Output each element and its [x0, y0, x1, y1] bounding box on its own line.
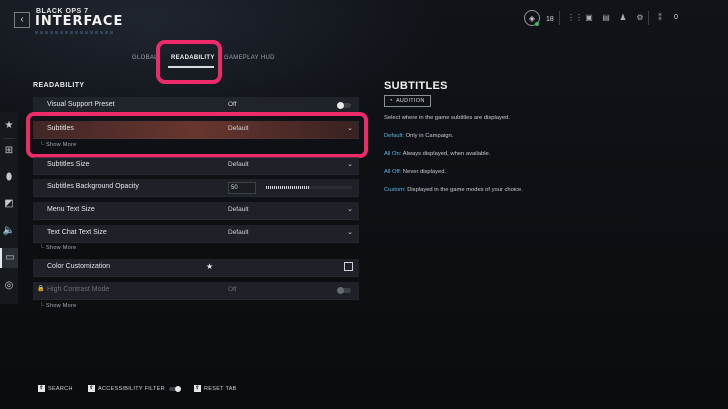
detail-description: Select where in the game subtitles are d… [384, 115, 510, 121]
chevron-down-icon: ⌄ [347, 161, 353, 168]
audition-button[interactable]: ◔ AUDITION [384, 95, 431, 107]
network-category-icon[interactable]: ◎ [0, 276, 18, 296]
setting-label: Subtitles Background Opacity [47, 183, 139, 190]
controller-icon[interactable]: ♟ [618, 13, 628, 23]
keybind-icon: ⇧ [194, 385, 201, 392]
opacity-value-input[interactable]: 50 [228, 182, 256, 194]
title-underline [35, 31, 113, 34]
setting-value: Off [228, 101, 237, 108]
store-icon[interactable]: ▣ [584, 13, 594, 23]
opacity-slider[interactable] [266, 186, 352, 189]
setting-label: Subtitles Size [47, 161, 90, 168]
setting-label: High Contrast Mode [47, 286, 110, 293]
reset-tab-button[interactable]: ⇧ RESET TAB [194, 384, 237, 393]
subtitles-highlight-annotation [26, 112, 368, 158]
show-more-link[interactable]: └ Show More [40, 303, 77, 309]
setting-value: Default [228, 229, 249, 236]
cod-points-count: 18 [546, 15, 554, 23]
toggle-switch [337, 287, 351, 294]
setting-label: Visual Support Preset [47, 101, 115, 108]
slider-fill [266, 186, 309, 189]
chevron-down-icon: ⌄ [347, 206, 353, 213]
friends-count: 0 [674, 14, 678, 21]
toggle-switch [168, 385, 181, 392]
accessibility-filter-toggle[interactable]: ⇧ ACCESSIBILITY FILTER [88, 384, 181, 393]
interface-category-icon[interactable]: ▭ [0, 248, 18, 268]
toggle-knob [337, 102, 344, 109]
detail-option-all-off: All Off: Never displayed. [384, 169, 447, 175]
chevron-down-icon: ⌄ [347, 229, 353, 236]
detail-title: SUBTITLES [384, 80, 448, 92]
gear-icon[interactable]: ⚙ [635, 13, 645, 23]
tab-gameplay-hud[interactable]: GAMEPLAY HUD [224, 55, 275, 61]
graphics-category-icon[interactable]: ◩ [0, 194, 18, 214]
setting-value: Default [228, 206, 249, 213]
show-more-link[interactable]: └ Show More [40, 245, 77, 251]
toggle-switch[interactable] [337, 102, 351, 109]
back-button[interactable]: ‹ [14, 12, 30, 28]
external-link-icon[interactable] [344, 262, 353, 271]
setting-row-menu-text-size[interactable]: Menu Text Size Default ⌄ [33, 202, 359, 220]
setting-row-text-chat-text-size[interactable]: Text Chat Text Size Default ⌄ [33, 225, 359, 243]
setting-label: Menu Text Size [47, 206, 95, 213]
audio-category-icon[interactable]: 🔈 [0, 221, 18, 241]
detail-option-all-on: All On: Always displayed, when available… [384, 151, 491, 157]
setting-row-subtitles-background-opacity[interactable]: Subtitles Background Opacity 50 [33, 179, 359, 197]
mouse-category-icon[interactable]: ⬮ [0, 168, 18, 188]
lock-icon: 🔒 [37, 286, 45, 292]
setting-label: Text Chat Text Size [47, 229, 107, 236]
tab-global[interactable]: GLOBAL [132, 55, 158, 61]
grid-menu-icon[interactable]: ⋮⋮ [567, 13, 583, 23]
header-divider [559, 11, 560, 25]
keybind-icon: ⇧ [38, 385, 45, 392]
favorite-star-icon[interactable]: ★ [206, 262, 213, 271]
page-title: INTERFACE [35, 14, 124, 29]
header-divider [648, 11, 649, 25]
favorites-star-icon[interactable]: ★ [0, 116, 18, 136]
setting-value: Off [228, 286, 237, 293]
ear-icon: ◔ [389, 98, 393, 104]
detail-option-default: Default: Only in Campaign. [384, 133, 454, 139]
setting-row-subtitles-size[interactable]: Subtitles Size Default ⌄ [33, 157, 359, 175]
tab-highlight-annotation [156, 40, 222, 84]
section-title: READABILITY [33, 82, 85, 89]
search-button[interactable]: ⇧ SEARCH [38, 384, 73, 393]
toggle-knob [337, 287, 344, 294]
detail-option-custom: Custom: Displayed in the game modes of y… [384, 187, 523, 193]
setting-row-color-customization[interactable]: Color Customization ★ [33, 259, 359, 277]
friends-icon[interactable]: ⁑ [655, 13, 665, 23]
keybind-icon: ⇧ [88, 385, 95, 392]
setting-value: Default [228, 161, 249, 168]
online-status-dot [535, 22, 539, 26]
setting-row-high-contrast-mode: 🔒 High Contrast Mode Off [33, 282, 359, 300]
chevron-left-icon: ‹ [20, 14, 24, 25]
setting-label: Color Customization [47, 263, 111, 270]
controller-category-icon[interactable]: ⊞ [0, 141, 18, 161]
rail-divider [3, 138, 15, 139]
category-rail: ★ ⊞ ⬮ ◩ 🔈 ▭ ◎ [0, 112, 18, 304]
notifications-icon[interactable]: ▤ [601, 13, 611, 23]
